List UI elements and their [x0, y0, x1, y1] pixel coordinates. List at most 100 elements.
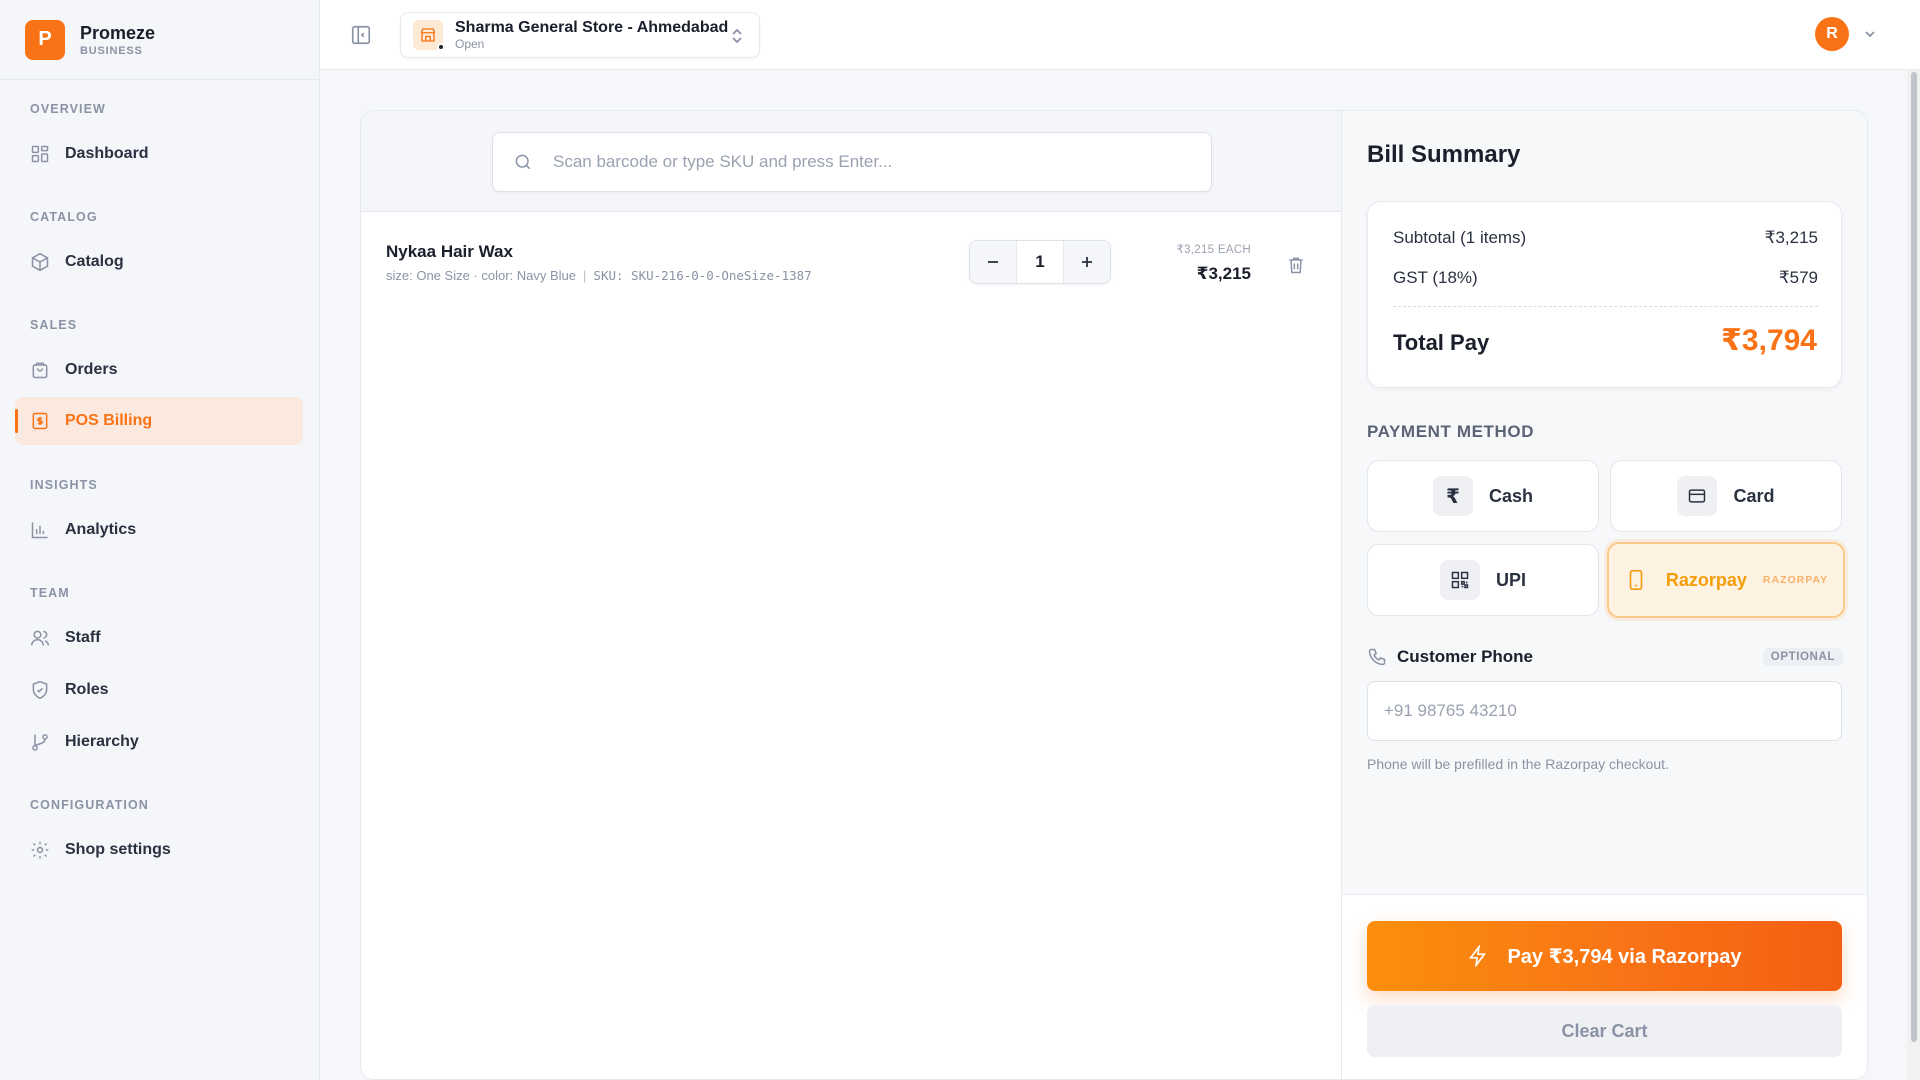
total-label: Total Pay: [1393, 330, 1490, 355]
sidebar-item-dashboard[interactable]: Dashboard: [15, 130, 303, 178]
rupee-icon: ₹: [1432, 476, 1473, 516]
nav-section-insights: INSIGHTS: [30, 478, 98, 492]
pay-button[interactable]: Pay ₹3,794 via Razorpay: [1367, 921, 1842, 991]
trash-icon[interactable]: [1286, 255, 1306, 275]
payment-razorpay-button[interactable]: Razorpay RAZORPAY: [1607, 542, 1845, 618]
sidebar-item-label: Shop settings: [65, 841, 171, 858]
sidebar-item-analytics[interactable]: Analytics: [15, 506, 303, 554]
summary-divider: [1393, 306, 1818, 307]
clear-cart-button[interactable]: Clear Cart: [1367, 1005, 1842, 1057]
sidebar-item-label: Staff: [65, 629, 101, 646]
brand-name: Promeze: [80, 22, 156, 43]
sidebar: P Promeze BUSINESS OVERVIEW Dashboard CA…: [0, 0, 320, 1080]
item-meta: size: One Size · color: Navy Blue | SKU: S…: [386, 268, 812, 283]
sidebar-item-staff[interactable]: Staff: [15, 614, 303, 662]
store-status-dot: [437, 43, 445, 51]
plus-icon: [1082, 257, 1092, 267]
sidebar-item-label: Catalog: [65, 253, 124, 270]
store-name: Sharma General Store - Ahmedabad: [455, 19, 729, 36]
store-status: Open: [455, 37, 485, 51]
customer-phone-label: Customer Phone: [1367, 647, 1533, 667]
shield-icon: [32, 680, 48, 700]
sidebar-item-pos-billing[interactable]: POS Billing: [15, 397, 303, 445]
gst-label: GST (18%): [1393, 268, 1478, 287]
pay-button-label: Pay ₹3,794 via Razorpay: [1507, 945, 1742, 968]
payment-label: UPI: [1495, 569, 1526, 590]
payment-card-button[interactable]: Card: [1610, 460, 1842, 532]
box-icon: [31, 252, 49, 272]
sidebar-item-hierarchy[interactable]: Hierarchy: [15, 718, 303, 766]
store-selector[interactable]: Sharma General Store - Ahmedabad Open: [400, 12, 760, 58]
customer-phone-label-text: Customer Phone: [1397, 647, 1534, 666]
brand-logo: P: [25, 19, 65, 60]
customer-phone-input[interactable]: [1367, 681, 1842, 741]
credit-card-icon: [1677, 476, 1718, 516]
qr-code-icon: [1439, 560, 1480, 600]
optional-badge: OPTIONAL: [1762, 648, 1843, 666]
topbar: Sharma General Store - Ahmedabad Open R: [320, 0, 1920, 70]
gst-row: GST (18%) ₹579: [1393, 268, 1818, 288]
scrollbar-thumb[interactable]: [1911, 72, 1917, 1042]
sidebar-item-shop-settings[interactable]: Shop settings: [15, 826, 303, 874]
line-total: ₹3,215: [1196, 264, 1251, 283]
sidebar-item-catalog[interactable]: Catalog: [15, 238, 303, 286]
payment-upi-button[interactable]: UPI: [1367, 544, 1599, 616]
price-each: ₹3,215 EACH: [1176, 244, 1251, 256]
bill-summary: Bill Summary Subtotal (1 items) ₹3,215 G…: [1342, 111, 1867, 1079]
quantity-value[interactable]: 1: [1016, 241, 1064, 283]
nav-section-catalog: CATALOG: [30, 210, 98, 224]
summary-footer: Pay ₹3,794 via Razorpay Clear Cart: [1342, 894, 1867, 1079]
sidebar-item-label: Hierarchy: [65, 733, 139, 750]
chevron-up-down-icon: [732, 28, 742, 44]
razorpay-tag: RAZORPAY: [1762, 574, 1829, 586]
scan-input[interactable]: [553, 152, 1173, 172]
bar-chart-icon: [31, 522, 48, 539]
nav-section-sales: SALES: [30, 318, 78, 332]
item-sku: SKU: SKU-216-0-0-OneSize-1387: [593, 268, 812, 283]
scan-area: [361, 111, 1341, 212]
chevron-down-icon[interactable]: [1863, 27, 1877, 41]
phone-icon: [1368, 648, 1386, 666]
brand[interactable]: P Promeze BUSINESS: [0, 0, 319, 80]
lightning-icon: [1469, 945, 1487, 967]
payment-cash-button[interactable]: ₹ Cash: [1367, 460, 1599, 532]
users-icon: [30, 630, 50, 646]
quantity-stepper: 1: [969, 240, 1111, 284]
search-icon: [515, 154, 531, 170]
sidebar-item-roles[interactable]: Roles: [15, 666, 303, 714]
brand-subtitle: BUSINESS: [80, 44, 143, 57]
gst-value: ₹579: [1778, 268, 1818, 287]
summary-title: Bill Summary: [1367, 141, 1521, 168]
avatar[interactable]: R: [1815, 17, 1849, 51]
smartphone-icon: [1624, 560, 1648, 600]
subtotal-label: Subtotal (1 items): [1393, 228, 1527, 247]
subtotal-value: ₹3,215: [1764, 228, 1818, 247]
summary-card: Subtotal (1 items) ₹3,215 GST (18%) ₹579…: [1367, 201, 1842, 388]
git-branch-icon: [32, 734, 48, 751]
sidebar-item-label: Dashboard: [65, 145, 149, 162]
minus-icon: [988, 261, 998, 263]
payment-label: Card: [1733, 485, 1775, 506]
cart-item-row: Nykaa Hair Wax size: One Size · color: N…: [361, 212, 1341, 312]
sidebar-item-orders[interactable]: Orders: [15, 346, 303, 394]
total-value: ₹3,794: [1721, 324, 1817, 357]
nav-section-overview: OVERVIEW: [30, 102, 106, 116]
payment-label: Razorpay: [1665, 569, 1747, 590]
receipt-icon: [32, 412, 48, 430]
pos-panel: Nykaa Hair Wax size: One Size · color: N…: [360, 110, 1868, 1080]
item-name: Nykaa Hair Wax: [386, 242, 513, 261]
cart-section: Nykaa Hair Wax size: One Size · color: N…: [361, 111, 1342, 1079]
increment-button[interactable]: [1064, 241, 1110, 283]
store-icon: [413, 20, 445, 51]
bag-icon: [32, 362, 48, 379]
phone-hint: Phone will be prefilled in the Razorpay …: [1367, 756, 1669, 772]
sidebar-item-label: Analytics: [65, 521, 137, 538]
item-meta-separator: |: [583, 268, 587, 283]
nav-section-configuration: CONFIGURATION: [30, 798, 149, 812]
scan-box[interactable]: [492, 132, 1212, 192]
sidebar-toggle-icon[interactable]: [350, 24, 372, 46]
dashboard-icon: [31, 145, 49, 163]
sidebar-item-label: POS Billing: [65, 412, 153, 429]
decrement-button[interactable]: [970, 241, 1016, 283]
nav-section-team: TEAM: [30, 586, 70, 600]
